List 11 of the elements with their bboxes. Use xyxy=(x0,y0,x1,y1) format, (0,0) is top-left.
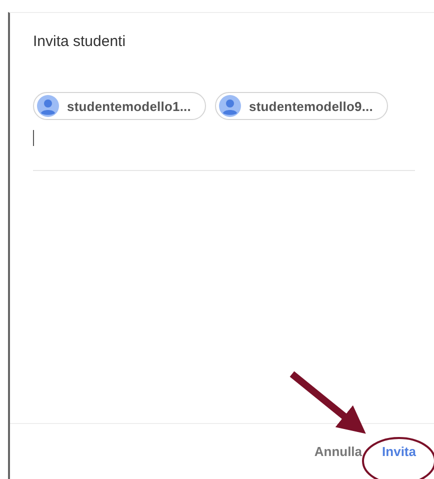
cancel-button[interactable]: Annulla xyxy=(310,438,366,465)
recipient-email: studentemodello1... xyxy=(67,98,191,114)
recipient-email: studentemodello9... xyxy=(249,98,373,114)
invite-button[interactable]: Invita xyxy=(378,438,420,465)
recipient-field[interactable]: studentemodello1... studentemodello9... xyxy=(33,92,415,171)
recipient-chip[interactable]: studentemodello9... xyxy=(215,92,388,120)
person-avatar-icon xyxy=(219,95,241,117)
dialog-title: Invita studenti xyxy=(32,32,127,50)
person-avatar-icon xyxy=(37,95,59,117)
text-cursor xyxy=(33,130,34,146)
recipient-chip[interactable]: studentemodello1... xyxy=(33,92,206,120)
